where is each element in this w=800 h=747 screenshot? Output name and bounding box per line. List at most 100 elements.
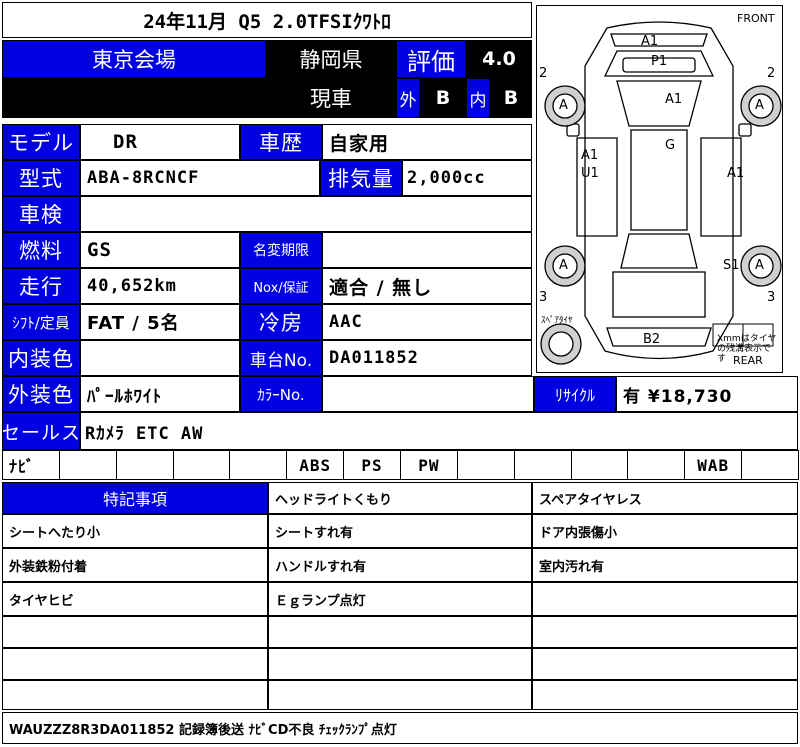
- note-empty: [2, 680, 268, 710]
- exterior-color-value: ﾊﾟｰﾙﾎﾜｲﾄ: [80, 376, 240, 412]
- mark-left-door-u: U1: [581, 166, 599, 181]
- history-label: 車歴: [240, 124, 322, 160]
- model-label: モデル: [2, 124, 80, 160]
- interior-color-value: [80, 340, 240, 376]
- transfer-value: [322, 232, 532, 268]
- shift-label: ｼﾌﾄ/定員: [2, 304, 80, 340]
- equipment-item: [115, 450, 174, 480]
- front-label: FRONT: [737, 12, 775, 25]
- equipment-item: [627, 450, 686, 480]
- equipment-item: ﾅﾋﾞ: [2, 450, 60, 480]
- note-item: Ｅｇランプ点灯: [268, 582, 532, 616]
- equipment-item: [513, 450, 572, 480]
- note-item: 外装鉄粉付着: [2, 548, 268, 582]
- exterior-color-label: 外装色: [2, 376, 80, 412]
- notes-header: 特記事項: [2, 482, 268, 514]
- equipment-item: [570, 450, 629, 480]
- chassis-label: 車台No.: [240, 340, 322, 376]
- note-empty: [2, 648, 268, 680]
- ac-value: AAC: [322, 304, 532, 340]
- damage-map: FRONT A1 P1 A1 G A1 U1 A1 A A A A S1 B2 …: [536, 5, 783, 373]
- mark-front-panel: P1: [651, 54, 668, 69]
- mark-corner-fl: 2: [539, 66, 548, 81]
- status: 現車: [266, 78, 396, 118]
- note-empty: [268, 680, 532, 710]
- chassis-value: DA011852: [322, 340, 532, 376]
- fuel-value: GS: [80, 232, 240, 268]
- equipment-item: ABS: [286, 450, 345, 480]
- nox-value: 適合 / 無し: [322, 268, 532, 304]
- footer-remarks: WAUZZZ8R3DA011852 記録簿後送 ﾅﾋﾞCD不良 ﾁｪｯｸﾗﾝﾌﾟ…: [2, 712, 798, 744]
- exterior-label: 外: [396, 78, 420, 118]
- shift-value: FAT / 5名: [80, 304, 240, 340]
- model-value: DR: [80, 124, 240, 160]
- displacement-label: 排気量: [320, 160, 402, 196]
- mark-wheel-fr: A: [755, 98, 764, 113]
- venue-extra: [2, 78, 266, 118]
- equipment-item: [456, 450, 515, 480]
- mark-rear-side: S1: [723, 258, 740, 273]
- equipment-item: [741, 450, 799, 480]
- note-empty: [532, 680, 798, 710]
- spare-tire-label: ｽﾍﾟｱﾀｲﾔ: [541, 316, 573, 326]
- interior-color-label: 内装色: [2, 340, 80, 376]
- mark-windshield: G: [665, 138, 676, 153]
- type-label: 型式: [2, 160, 80, 196]
- mark-roof: A1: [665, 92, 683, 107]
- history-value: 自家用: [322, 124, 532, 160]
- grade-label: 評価: [396, 40, 466, 78]
- equipment-item: [58, 450, 117, 480]
- sales-label: セールス: [2, 412, 80, 450]
- mark-wheel-rr: A: [755, 258, 764, 273]
- equipment-item: [172, 450, 231, 480]
- equipment-item: [229, 450, 288, 480]
- note-empty: [532, 616, 798, 648]
- equipment-item: WAB: [684, 450, 743, 480]
- grade-value: 4.0: [466, 40, 532, 78]
- type-value: ABA-8RCNCF: [80, 160, 320, 196]
- interior-label: 内: [466, 78, 490, 118]
- equipment-item: PW: [400, 450, 458, 480]
- mark-corner-rl: 3: [539, 290, 548, 305]
- transfer-label: 名変期限: [240, 232, 322, 268]
- note-item: ハンドルすれ有: [268, 548, 532, 582]
- sales-value: Rｶﾒﾗ ETC AW: [80, 412, 798, 450]
- interior-grade: B: [490, 78, 532, 118]
- color-no-value: [322, 376, 534, 412]
- note-empty: [532, 648, 798, 680]
- note-item: タイヤヒビ: [2, 582, 268, 616]
- mark-hood: A1: [641, 34, 659, 49]
- mileage-label: 走行: [2, 268, 80, 304]
- note-item: ドア内張傷小: [532, 514, 798, 548]
- vehicle-title: 24年11月 Q5 2.0TFSIｸﾜﾄﾛ: [2, 2, 532, 38]
- mileage-value: 40,652km: [80, 268, 240, 304]
- note-empty: [268, 648, 532, 680]
- nox-label: Nox/保証: [240, 268, 322, 304]
- note-item: スペアタイヤレス: [532, 482, 798, 514]
- mark-wheel-fl: A: [559, 98, 568, 113]
- mark-wheel-rl: A: [559, 258, 568, 273]
- venue: 東京会場: [2, 40, 266, 78]
- mark-left-door-a: A1: [581, 148, 599, 163]
- mark-right-door: A1: [727, 166, 745, 181]
- recycle-label: ﾘｻｲｸﾙ: [534, 376, 616, 412]
- mark-rear-bumper: B2: [643, 332, 661, 347]
- note-item: シートすれ有: [268, 514, 532, 548]
- note-item: ヘッドライトくもり: [268, 482, 532, 514]
- note-item: シートへたり小: [2, 514, 268, 548]
- exterior-grade: B: [420, 78, 466, 118]
- note-item: 室内汚れ有: [532, 548, 798, 582]
- note-empty: [2, 616, 268, 648]
- ac-label: 冷房: [240, 304, 322, 340]
- fuel-label: 燃料: [2, 232, 80, 268]
- mark-corner-rr: 3: [767, 290, 776, 305]
- note-item: [532, 582, 798, 616]
- displacement-value: 2,000cc: [402, 160, 532, 196]
- mark-corner-fr: 2: [767, 66, 776, 81]
- inspection-value: [80, 196, 532, 232]
- color-no-label: ｶﾗｰNo.: [240, 376, 322, 412]
- note-empty: [268, 616, 532, 648]
- equipment-item: PS: [343, 450, 401, 480]
- prefecture: 静岡県: [266, 40, 396, 78]
- inspection-label: 車検: [2, 196, 80, 232]
